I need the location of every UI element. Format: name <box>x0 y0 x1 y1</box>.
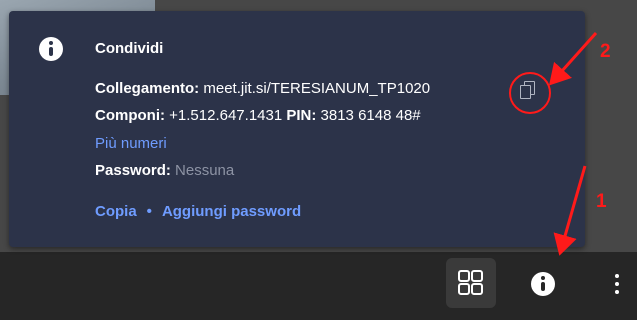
info-icon <box>531 272 555 296</box>
tile-view-button[interactable] <box>446 258 496 308</box>
info-button[interactable] <box>531 272 555 296</box>
annotation-arrow-2 <box>548 31 598 86</box>
grid-icon <box>458 270 484 296</box>
annotation-arrow-1 <box>553 165 587 256</box>
more-options-button[interactable] <box>612 272 622 296</box>
